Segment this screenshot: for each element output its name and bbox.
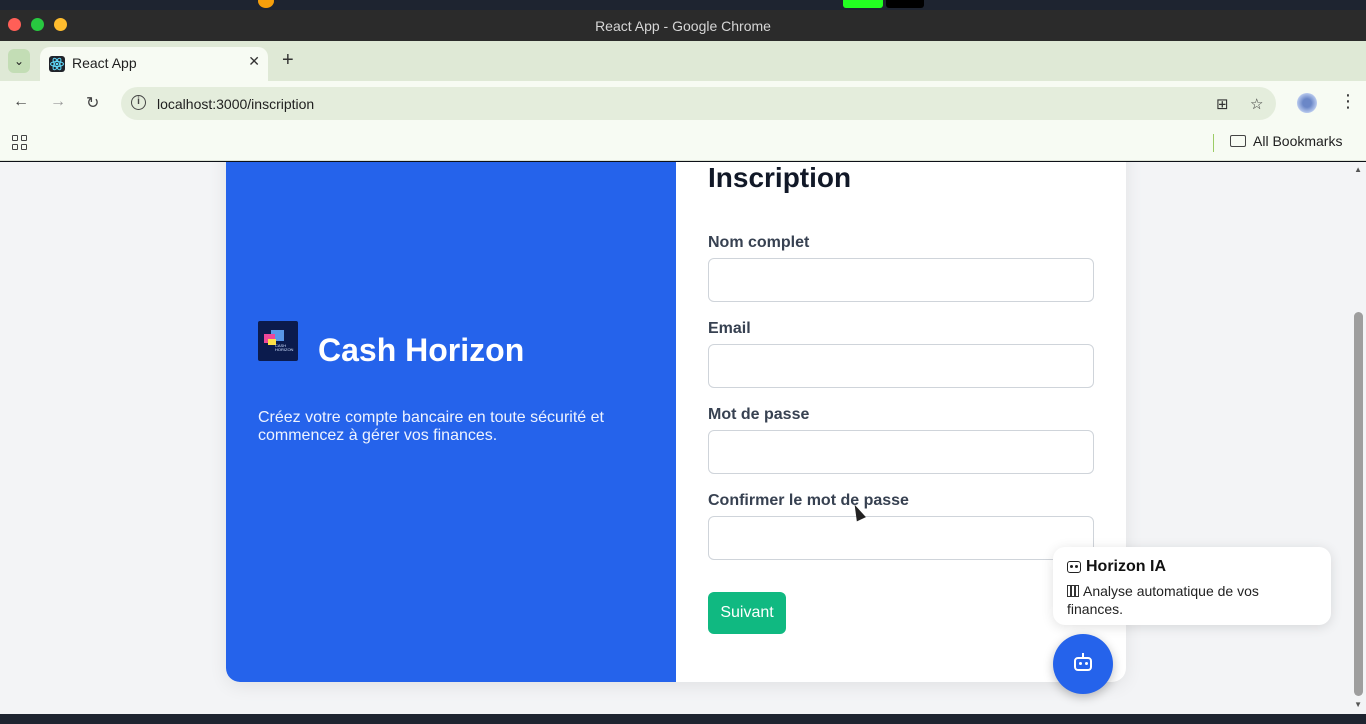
window-title: React App - Google Chrome <box>595 18 771 34</box>
install-app-icon[interactable]: ⊞ <box>1216 95 1229 113</box>
field-label-full-name: Nom complet <box>708 234 810 251</box>
tab-label: React App <box>72 55 137 71</box>
field-label-password: Mot de passe <box>708 406 810 423</box>
system-tray-black <box>886 0 924 8</box>
assistant-bubble: Horizon IA Analyse automatique de vos fi… <box>1053 547 1331 625</box>
form-title: Inscription <box>708 162 852 193</box>
field-label-confirm-password: Confirmer le mot de passe <box>708 492 909 509</box>
bookmarks-bar: All Bookmarks <box>0 126 1366 161</box>
confirm-password-input[interactable] <box>708 516 1094 560</box>
field-label-email: Email <box>708 320 751 337</box>
address-bar[interactable]: i localhost:3000/inscription ⊞ ☆ <box>121 87 1276 120</box>
chevron-down-icon: ⌄ <box>13 54 25 68</box>
close-tab-icon[interactable]: ✕ <box>248 53 260 70</box>
bookmark-star-icon[interactable]: ☆ <box>1250 95 1263 113</box>
assistant-title: Horizon IA <box>1086 558 1166 575</box>
bar-chart-icon <box>1067 585 1079 597</box>
scrollbar-thumb[interactable] <box>1354 312 1363 696</box>
page-viewport: CASH HORIZON Cash Horizon Créez votre co… <box>0 162 1366 714</box>
page-scrollbar[interactable]: ▲ ▼ <box>1351 162 1366 714</box>
robot-icon <box>1074 653 1092 671</box>
bookmarks-separator <box>1213 134 1214 152</box>
browser-toolbar: ← → ↻ i localhost:3000/inscription ⊞ ☆ ⋮ <box>0 81 1366 126</box>
email-input[interactable] <box>708 344 1094 388</box>
forward-arrow-icon[interactable]: → <box>50 93 66 111</box>
brand-name: Cash Horizon <box>318 332 525 368</box>
brand-tagline: Créez votre compte bancaire en toute séc… <box>258 409 604 444</box>
profile-avatar-icon[interactable] <box>1297 93 1317 113</box>
react-favicon-icon <box>49 56 65 72</box>
full-name-input[interactable] <box>708 258 1094 302</box>
signup-card: CASH HORIZON Cash Horizon Créez votre co… <box>226 162 1126 682</box>
system-top-bar <box>0 0 1366 10</box>
tab-react-app[interactable]: React App ✕ <box>40 47 268 81</box>
cash-horizon-logo: CASH HORIZON <box>258 321 298 361</box>
robot-icon <box>1067 561 1081 573</box>
folder-icon <box>1230 135 1246 147</box>
brand-panel: CASH HORIZON Cash Horizon Créez votre co… <box>226 162 676 682</box>
new-tab-plus-icon[interactable]: + <box>282 49 294 72</box>
next-button[interactable]: Suivant <box>708 592 786 634</box>
orange-app-icon <box>258 0 274 8</box>
assistant-chat-button[interactable] <box>1053 634 1113 694</box>
tab-search-button[interactable]: ⌄ <box>8 49 30 73</box>
all-bookmarks-label: All Bookmarks <box>1253 133 1343 149</box>
scroll-up-arrow-icon[interactable]: ▲ <box>1354 165 1362 174</box>
browser-menu-icon[interactable]: ⋮ <box>1339 91 1357 112</box>
address-url[interactable]: localhost:3000/inscription <box>157 96 314 112</box>
tab-strip: ⌄ React App ✕ + <box>0 41 1366 81</box>
scroll-down-arrow-icon[interactable]: ▼ <box>1354 700 1362 709</box>
system-tray-graph <box>843 0 883 8</box>
system-taskbar <box>0 714 1366 724</box>
apps-grid-icon[interactable] <box>12 135 27 150</box>
back-arrow-icon[interactable]: ← <box>13 93 29 111</box>
all-bookmarks-button[interactable]: All Bookmarks <box>1230 133 1342 149</box>
window-title-bar: React App - Google Chrome <box>0 10 1366 41</box>
site-info-icon[interactable]: i <box>131 95 146 110</box>
reload-icon[interactable]: ↻ <box>86 93 99 113</box>
assistant-message: Analyse automatique de vos finances. <box>1067 583 1259 617</box>
password-input[interactable] <box>708 430 1094 474</box>
